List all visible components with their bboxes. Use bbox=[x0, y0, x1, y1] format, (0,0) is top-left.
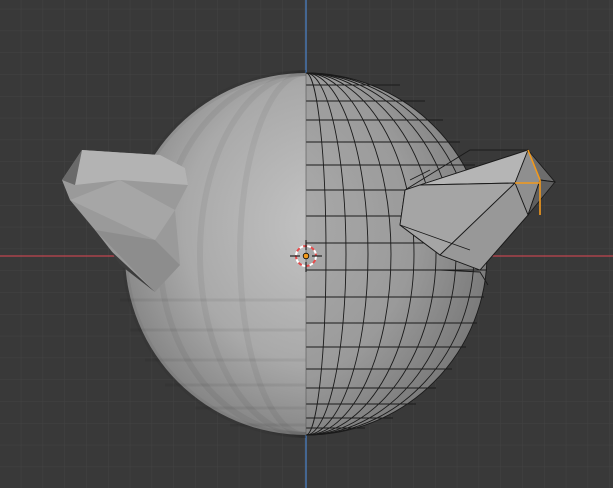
viewport-canvas[interactable] bbox=[0, 0, 613, 488]
3d-viewport[interactable] bbox=[0, 0, 613, 488]
object-origin-icon bbox=[302, 252, 310, 260]
